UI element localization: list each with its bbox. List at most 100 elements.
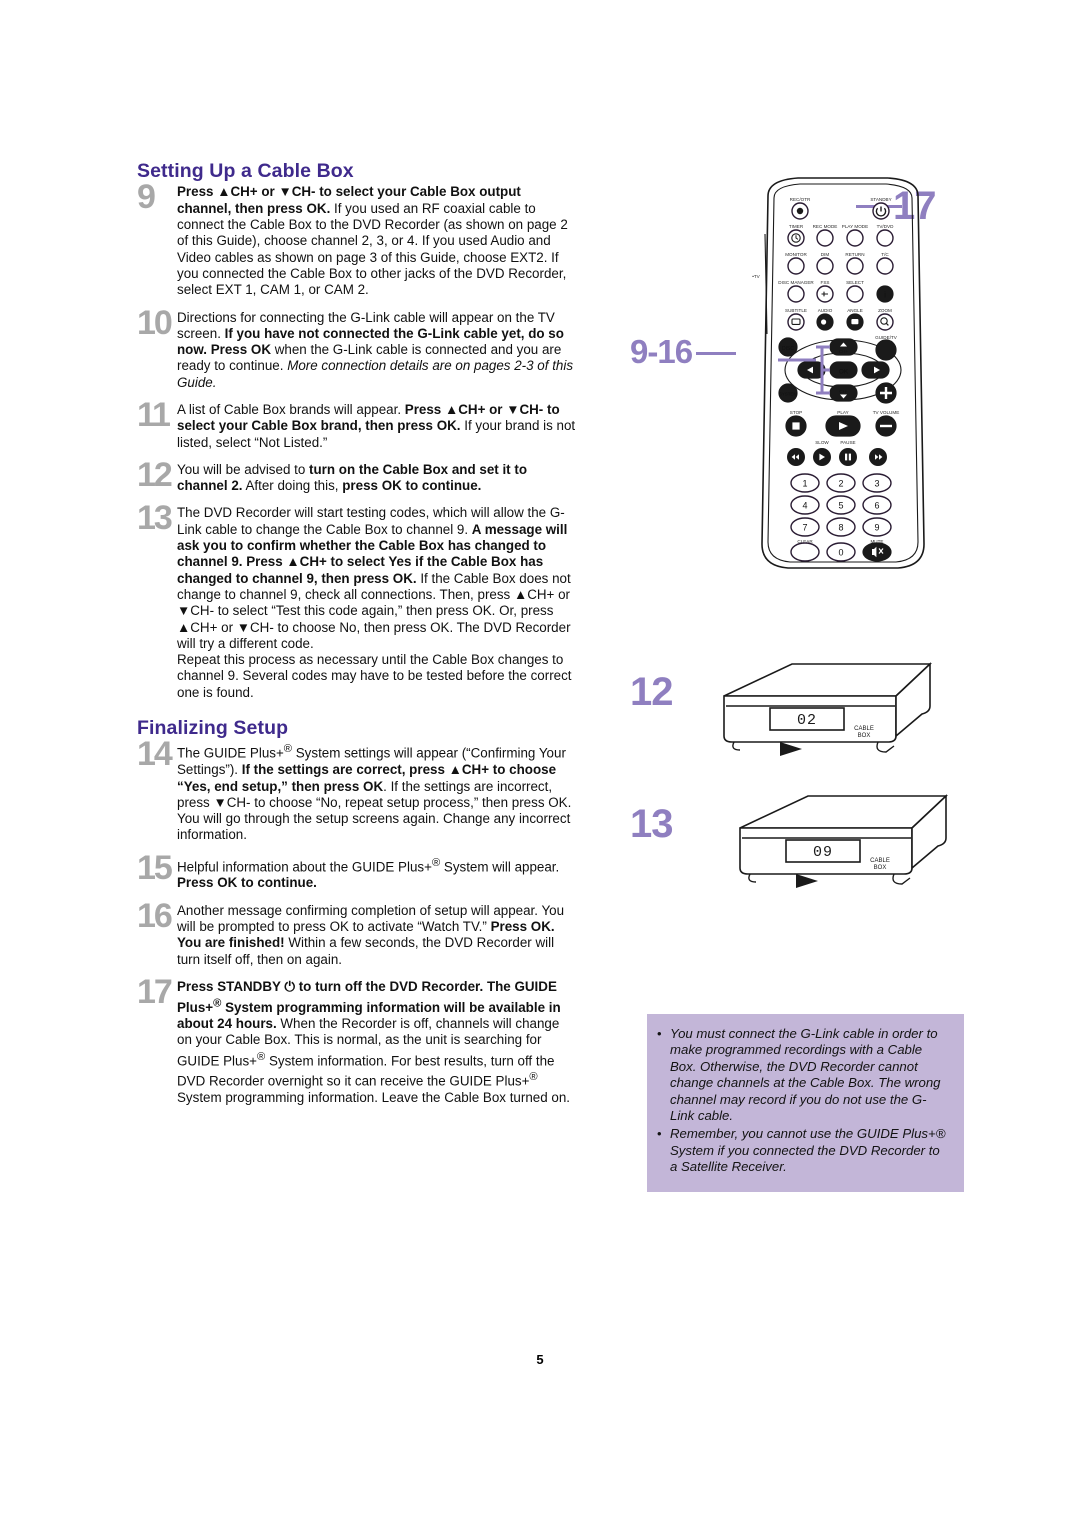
step-text: The GUIDE Plus+® System settings will ap…: [177, 743, 572, 843]
label-standby: STANDBY: [870, 197, 891, 202]
step-10: 10 Directions for connecting the G-Link …: [137, 306, 577, 391]
label-play: PLAY: [837, 410, 848, 415]
page-number: 5: [536, 1352, 544, 1367]
label-rec-mode: REC MODE: [813, 224, 838, 229]
label-subtitle: SUBTITLE: [785, 308, 807, 313]
step-text: You will be advised to turn on the Cable…: [177, 461, 527, 494]
section-heading-finalizing: Finalizing Setup: [137, 717, 289, 740]
keypad-3: 3: [874, 479, 879, 489]
section-heading-cable-box: Setting Up a Cable Box: [137, 160, 354, 182]
keypad-9: 9: [874, 523, 879, 533]
step-number: 9: [137, 178, 156, 217]
note-box: • You must connect the G-Link cable in o…: [647, 1014, 964, 1192]
label-fss: FSS: [821, 280, 830, 285]
device-13-caption-line2: BOX: [874, 865, 887, 871]
device-12-svg: .dv { fill:#ffffff; stroke:#1a1a1a; stro…: [723, 662, 933, 756]
label-angle: ANGLE: [847, 308, 863, 313]
step-11: 11 A list of Cable Box brands will appea…: [137, 398, 577, 451]
label-dim: DIM: [821, 252, 830, 257]
label-stop: STOP: [790, 410, 802, 415]
keypad-0: 0: [838, 548, 843, 558]
step-number: 17: [137, 972, 173, 1011]
label-disc: DISC: [782, 346, 794, 352]
clear-button: [790, 542, 820, 562]
label-monitor: MONITOR: [785, 252, 807, 257]
label-ch-down: CH-: [839, 389, 848, 394]
keypad-5: 5: [838, 501, 843, 511]
keypad-2: 2: [838, 479, 843, 489]
illustrations-column: 1 7 9-16 12 13 .bd { fill:none; stroke:#1…: [600, 160, 1040, 1360]
step-number: 10: [137, 303, 173, 342]
label-select: SELECT: [846, 280, 864, 285]
label-return: RETURN: [845, 252, 864, 257]
step-number: 15: [137, 848, 173, 887]
note-text: You must connect the G-Link cable in ord…: [670, 1026, 941, 1124]
callout-number-12: 12: [630, 670, 673, 714]
keypad-1: 1: [802, 479, 807, 489]
step-17: 17 Press STANDBY ⏻ to turn off the DVD R…: [137, 975, 577, 1106]
step-16: 16 Another message confirming completion…: [137, 899, 577, 968]
device-illustration-13: .dv2 { fill:#ffffff; stroke:#1a1a1a; str…: [698, 786, 998, 906]
step-text: The DVD Recorder will start testing code…: [177, 505, 572, 700]
label-audio: AUDIO: [818, 308, 833, 313]
step-text: Press ▲CH+ or ▼CH- to select your Cable …: [177, 184, 568, 298]
bullet-icon: •: [657, 1126, 662, 1142]
instructions-column: Setting Up a Cable Box 9 Press ▲CH+ or ▼…: [137, 160, 577, 1117]
callout-leader-line-9-16: [696, 352, 736, 355]
label-disc-manager: DISC MANAGER: [778, 280, 814, 285]
device-illustration-12: .dv { fill:#ffffff; stroke:#1a1a1a; stro…: [682, 654, 982, 774]
label-play-mode: PLAY MODE: [842, 224, 868, 229]
note-item: • Remember, you cannot use the GUIDE Plu…: [657, 1126, 950, 1175]
mute-button: [862, 542, 892, 562]
label-info: i: [884, 290, 886, 299]
label-slow: SLOW: [815, 440, 829, 445]
label-zoom: ZOOM: [878, 308, 892, 313]
guide-tv-button: [875, 339, 897, 361]
step-text: Helpful information about the GUIDE Plus…: [177, 856, 560, 891]
remote-tv-side-label: •TV: [752, 274, 760, 279]
bullet-icon: •: [657, 1026, 662, 1041]
label-tv-dvd: TV/DVD: [877, 224, 895, 229]
device-13-display: 09: [813, 844, 833, 861]
remote-svg: .bd { fill:none; stroke:#1a1a1a; stroke-…: [752, 177, 925, 569]
label-guide-tv: GUIDE/TV: [875, 335, 898, 340]
step-text: Another message confirming completion of…: [177, 902, 565, 967]
callout-number-13: 13: [630, 802, 673, 846]
step-text: Press STANDBY ⏻ to turn off the DVD Reco…: [177, 978, 570, 1106]
keypad-7: 7: [802, 523, 807, 533]
label-pause: PAUSE: [840, 440, 855, 445]
device-12-caption-line1: CABLE: [854, 726, 874, 732]
step-number: 14: [137, 735, 173, 774]
step-14: 14 The GUIDE Plus+® System settings will…: [137, 737, 577, 843]
keypad-4: 4: [802, 501, 807, 511]
pause-button: [838, 448, 857, 467]
device-13-svg: .dv2 { fill:#ffffff; stroke:#1a1a1a; str…: [739, 794, 949, 888]
device-12-display: 02: [797, 712, 817, 729]
keypad-8: 8: [838, 523, 843, 533]
step-text: A list of Cable Box brands will appear. …: [177, 401, 576, 450]
label-ch-up: CH+: [839, 349, 849, 354]
step-text: Directions for connecting the G-Link cab…: [177, 309, 574, 390]
manual-page: Setting Up a Cable Box 9 Press ▲CH+ or ▼…: [0, 0, 1080, 1528]
label-timer: TIMER: [789, 224, 804, 229]
label-system: SYSTEM: [779, 391, 797, 396]
step-number: 13: [137, 499, 173, 538]
step-15: 15 Helpful information about the GUIDE P…: [137, 851, 577, 892]
step-9: 9 Press ▲CH+ or ▼CH- to select your Cabl…: [137, 180, 577, 298]
step-12: 12 You will be advised to turn on the Ca…: [137, 458, 577, 495]
note-text: Remember, you cannot use the GUIDE Plus+…: [670, 1126, 946, 1175]
step-13: 13 The DVD Recorder will start testing c…: [137, 501, 577, 701]
step-number: 12: [137, 455, 173, 494]
callout-number-9-16: 9-16: [630, 333, 693, 370]
label-tc: T/C: [881, 252, 889, 257]
note-item: • You must connect the G-Link cable in o…: [657, 1026, 950, 1124]
remote-control-illustration: .bd { fill:none; stroke:#1a1a1a; stroke-…: [738, 174, 948, 574]
label-rec-otr: REC/OTR: [790, 197, 811, 202]
device-13-caption-line1: CABLE: [870, 858, 890, 864]
label-ok: OK: [839, 368, 849, 375]
keypad-6: 6: [874, 501, 879, 511]
label-tv-volume: TV VOLUME: [873, 410, 900, 415]
device-12-caption-line2: BOX: [858, 733, 871, 739]
step-number: 16: [137, 896, 173, 935]
step-number: 11: [137, 395, 171, 434]
